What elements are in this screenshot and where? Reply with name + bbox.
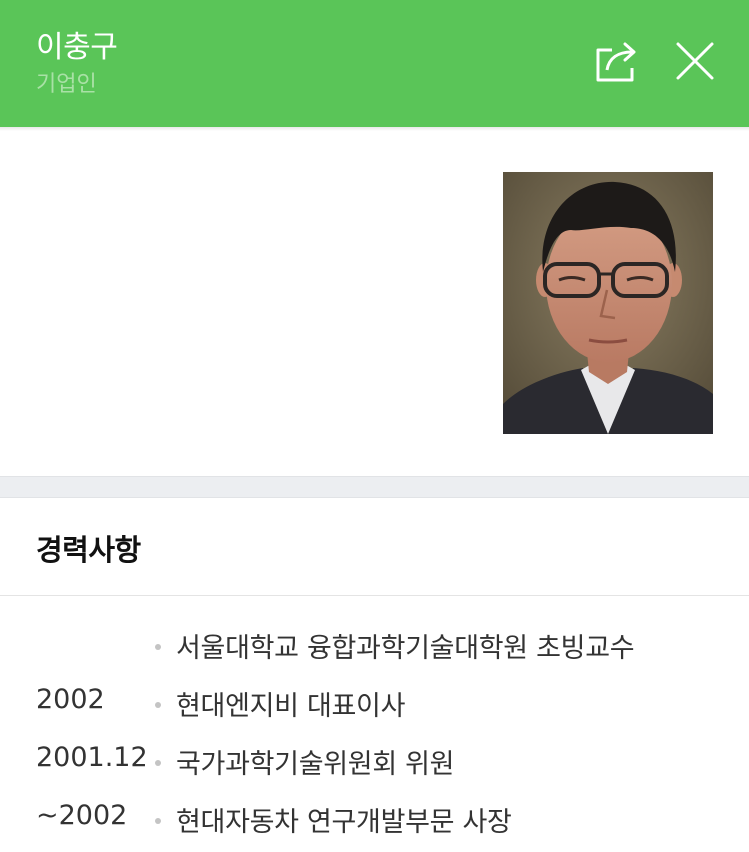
career-year: 2002 bbox=[36, 684, 105, 715]
portrait-photo bbox=[503, 172, 713, 434]
career-year: ~2002 bbox=[36, 800, 128, 831]
page-title: 이충구 bbox=[36, 30, 118, 65]
profile-area bbox=[0, 131, 749, 476]
share-button[interactable] bbox=[590, 34, 644, 88]
close-icon bbox=[676, 42, 714, 80]
list-item: ~2002 현대자동차 연구개발부문 사장 bbox=[0, 794, 749, 852]
bullet-icon bbox=[155, 818, 161, 824]
share-icon bbox=[596, 42, 636, 82]
career-list: 서울대학교 융합과학기술대학원 초빙교수 2002 현대엔지비 대표이사 200… bbox=[0, 620, 749, 852]
bullet-icon bbox=[155, 644, 161, 650]
profile-photo bbox=[503, 172, 713, 434]
close-button[interactable] bbox=[668, 34, 722, 88]
bullet-icon bbox=[155, 702, 161, 708]
career-description: 서울대학교 융합과학기술대학원 초빙교수 bbox=[176, 633, 635, 664]
app-header: 이충구 기업인 bbox=[0, 0, 749, 127]
career-description: 현대엔지비 대표이사 bbox=[176, 691, 406, 722]
career-description: 현대자동차 연구개발부문 사장 bbox=[176, 807, 512, 838]
bullet-icon bbox=[155, 760, 161, 766]
section-separator bbox=[0, 476, 749, 498]
page-subtitle: 기업인 bbox=[36, 72, 97, 97]
list-item: 2002 현대엔지비 대표이사 bbox=[0, 678, 749, 736]
career-year: 2001.12 bbox=[36, 742, 148, 773]
career-section-title: 경력사항 bbox=[36, 533, 141, 567]
list-item: 서울대학교 융합과학기술대학원 초빙교수 bbox=[0, 620, 749, 678]
list-item: 2001.12 국가과학기술위원회 위원 bbox=[0, 736, 749, 794]
career-description: 국가과학기술위원회 위원 bbox=[176, 749, 455, 780]
divider bbox=[0, 595, 749, 596]
